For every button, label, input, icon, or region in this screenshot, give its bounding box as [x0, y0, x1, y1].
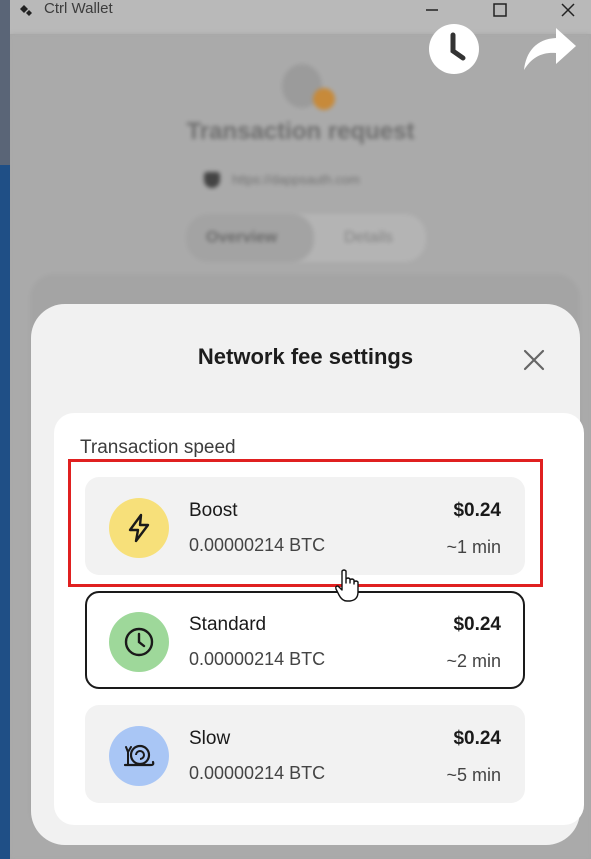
snail-icon [123, 744, 155, 767]
fee-option-standard[interactable]: Standard 0.00000214 BTC $0.24 ~2 min [85, 591, 525, 689]
hand-cursor-icon [335, 569, 359, 602]
tab-details[interactable]: Details [344, 229, 393, 247]
desktop-background [0, 0, 10, 859]
option-name: Slow [189, 728, 231, 749]
modal-title: Network fee settings [197, 344, 414, 369]
tab-overview[interactable]: Overview [206, 229, 277, 247]
option-usd-fee: $0.24 [453, 728, 501, 749]
option-icon-bg [109, 612, 169, 672]
share-icon[interactable] [520, 22, 580, 76]
clock-icon [124, 627, 154, 657]
option-time: ~5 min [446, 765, 501, 785]
window-close-button[interactable] [556, 0, 580, 20]
maximize-button[interactable] [488, 0, 512, 20]
option-time: ~2 min [446, 651, 501, 671]
desktop-taskbar-strip [0, 165, 10, 859]
highlight-annotation [68, 459, 543, 587]
shield-icon [204, 172, 220, 188]
page-title: Transaction request [186, 118, 415, 145]
option-usd-fee: $0.24 [453, 614, 501, 635]
bitcoin-badge-icon [313, 88, 335, 110]
option-btc-fee: 0.00000214 BTC [189, 649, 326, 669]
clock-icon[interactable] [427, 22, 481, 76]
app-logo-icon [20, 5, 32, 16]
title-bar: Ctrl Wallet [10, 0, 591, 34]
section-label: Transaction speed [80, 437, 236, 458]
window-title: Ctrl Wallet [44, 0, 113, 17]
fee-option-slow[interactable]: Slow 0.00000214 BTC $0.24 ~5 min [85, 705, 525, 803]
site-url: https://dappsauth.com [232, 172, 360, 187]
minimize-button[interactable] [420, 0, 444, 20]
close-icon[interactable] [520, 346, 548, 374]
option-name: Standard [189, 614, 267, 635]
option-icon-bg [109, 726, 169, 786]
option-btc-fee: 0.00000214 BTC [189, 763, 326, 783]
